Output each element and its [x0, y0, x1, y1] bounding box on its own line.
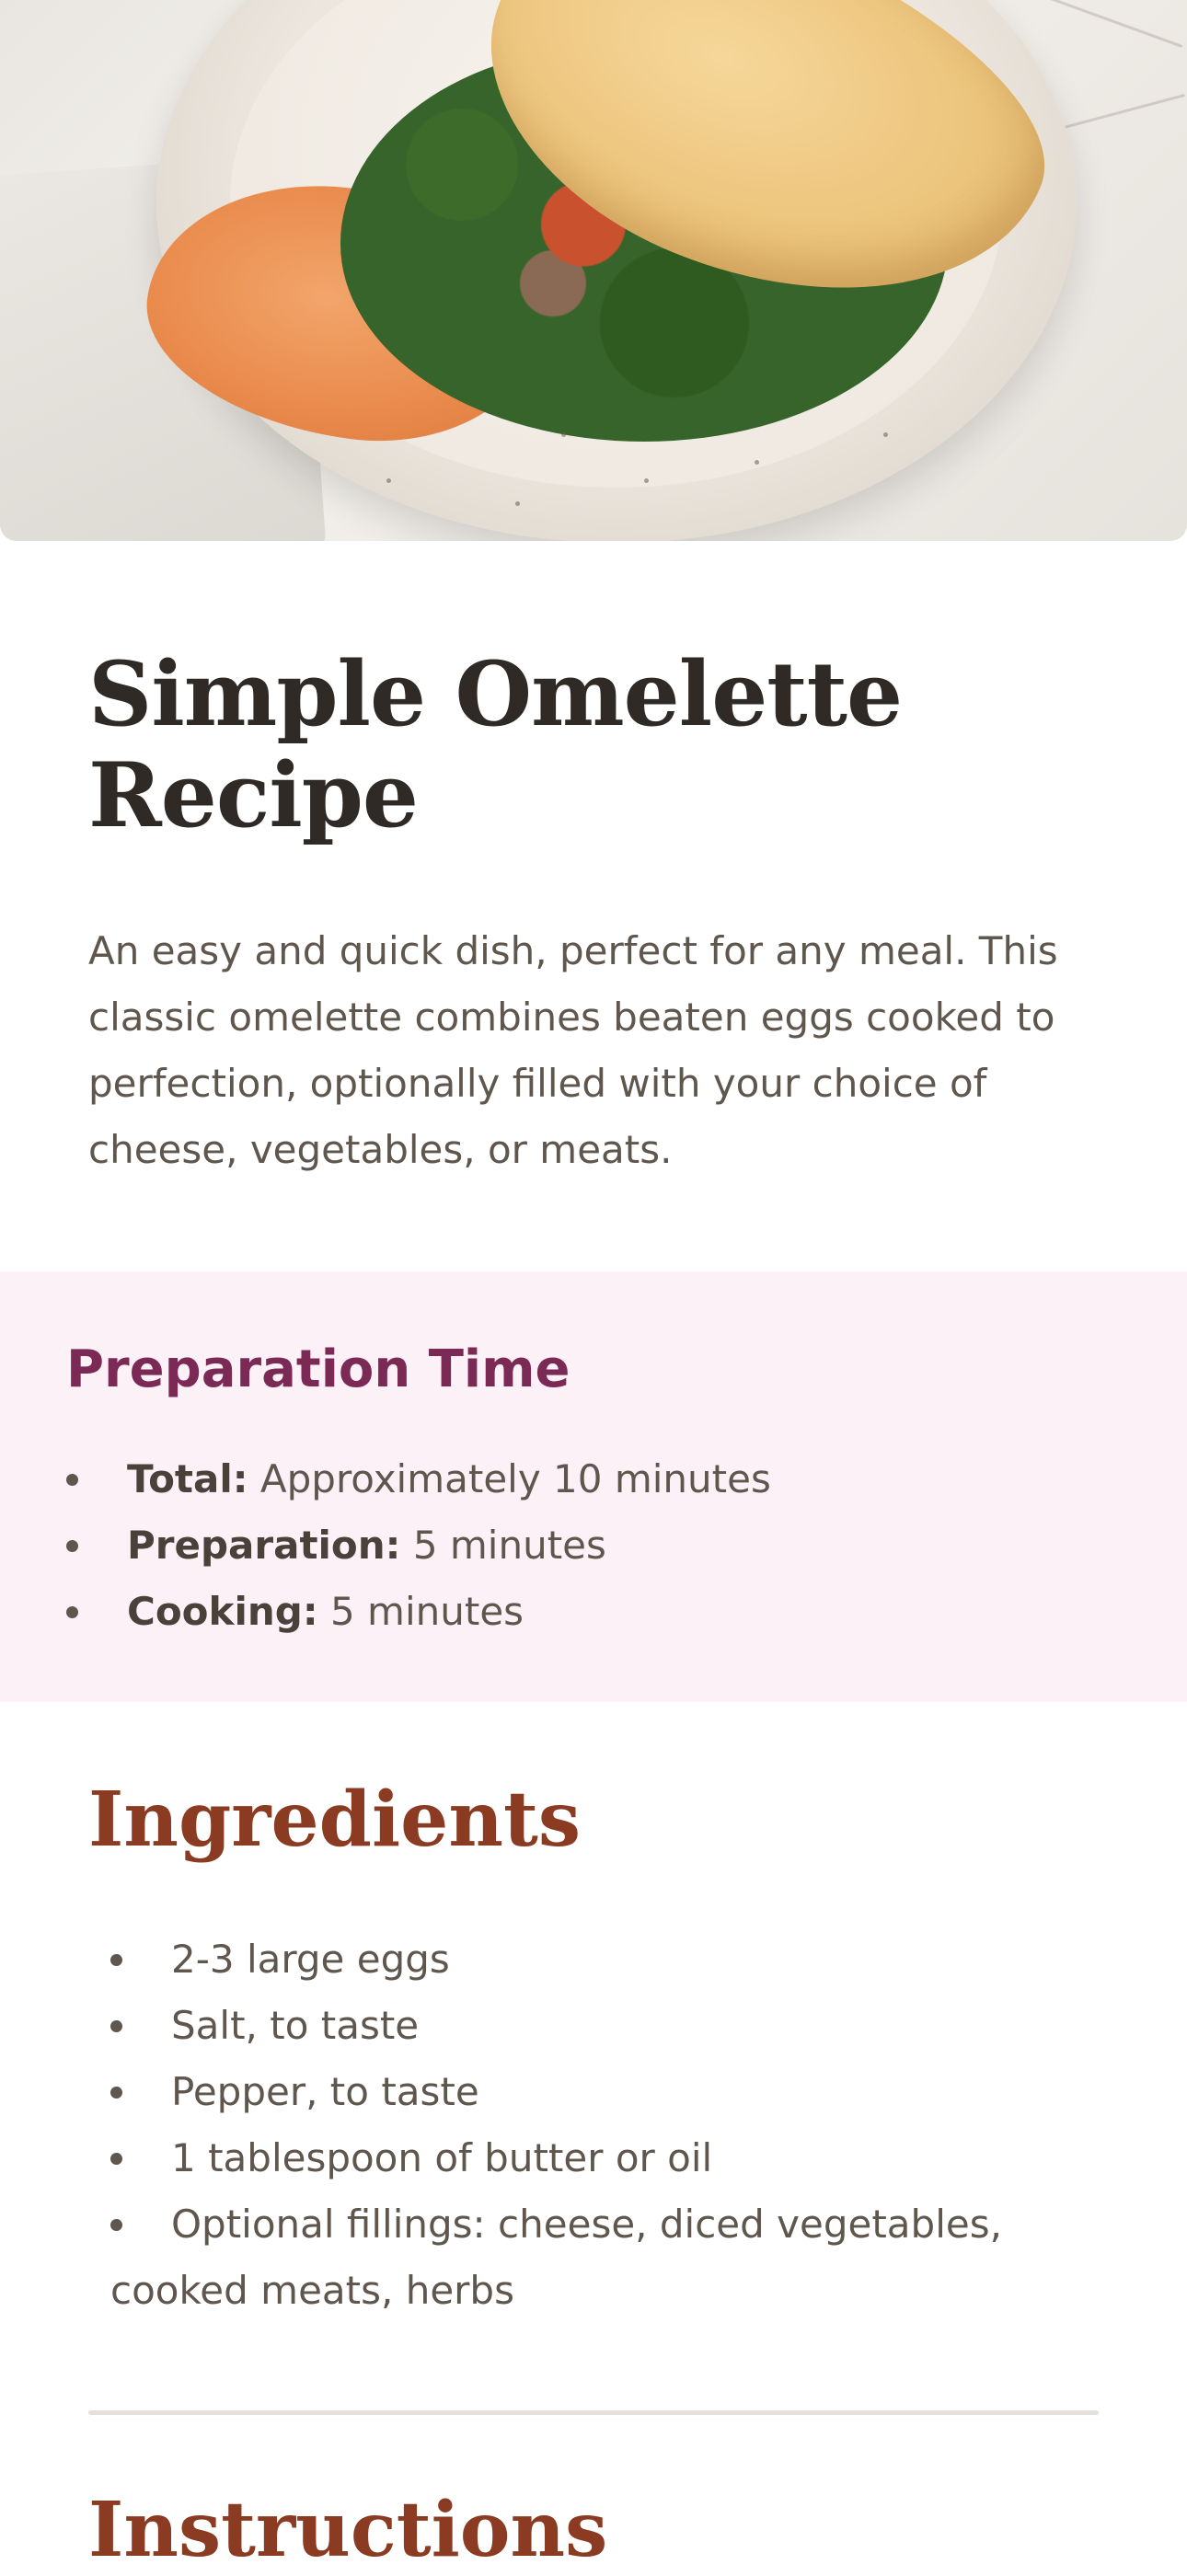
preparation-heading: Preparation Time — [66, 1340, 570, 1399]
section-divider — [88, 2410, 1099, 2415]
preparation-time-section: Preparation Time Total: Approximately 10… — [0, 1271, 1187, 1702]
pepper-speck — [644, 478, 649, 483]
instructions-heading: Instructions — [88, 2486, 608, 2574]
ingredients-heading: Ingredients — [88, 1776, 582, 1864]
list-item: Salt, to taste — [110, 1993, 1077, 2059]
preparation-list: Total: Approximately 10 minutes Preparat… — [66, 1446, 771, 1645]
prep-value: Approximately 10 minutes — [248, 1456, 771, 1501]
prep-label: Total: — [127, 1456, 248, 1501]
list-item: 2-3 large eggs — [110, 1926, 1077, 1993]
prep-value: 5 minutes — [317, 1589, 524, 1634]
list-item: Total: Approximately 10 minutes — [66, 1446, 771, 1512]
marble-vein — [1034, 0, 1183, 48]
prep-label: Cooking: — [127, 1589, 318, 1634]
list-item: Pepper, to taste — [110, 2059, 1077, 2125]
pepper-speck — [515, 501, 520, 506]
list-item: Preparation: 5 minutes — [66, 1512, 771, 1579]
list-item: Cooking: 5 minutes — [66, 1579, 771, 1645]
page-title: Simple Omelette Recipe — [88, 642, 903, 847]
pepper-speck — [883, 432, 888, 437]
marble-vein — [1059, 93, 1186, 131]
pepper-speck — [755, 460, 759, 465]
prep-label: Preparation: — [127, 1523, 401, 1568]
list-item: Optional fillings: cheese, diced vegetab… — [110, 2191, 1077, 2324]
hero-image — [0, 0, 1187, 541]
prep-value: 5 minutes — [400, 1523, 606, 1568]
ingredients-list: 2-3 large eggs Salt, to taste Pepper, to… — [110, 1926, 1077, 2324]
list-item: 1 tablespoon of butter or oil — [110, 2125, 1077, 2191]
pepper-speck — [386, 478, 391, 483]
recipe-intro: An easy and quick dish, perfect for any … — [88, 928, 1058, 1172]
pepper-speck — [561, 432, 566, 437]
